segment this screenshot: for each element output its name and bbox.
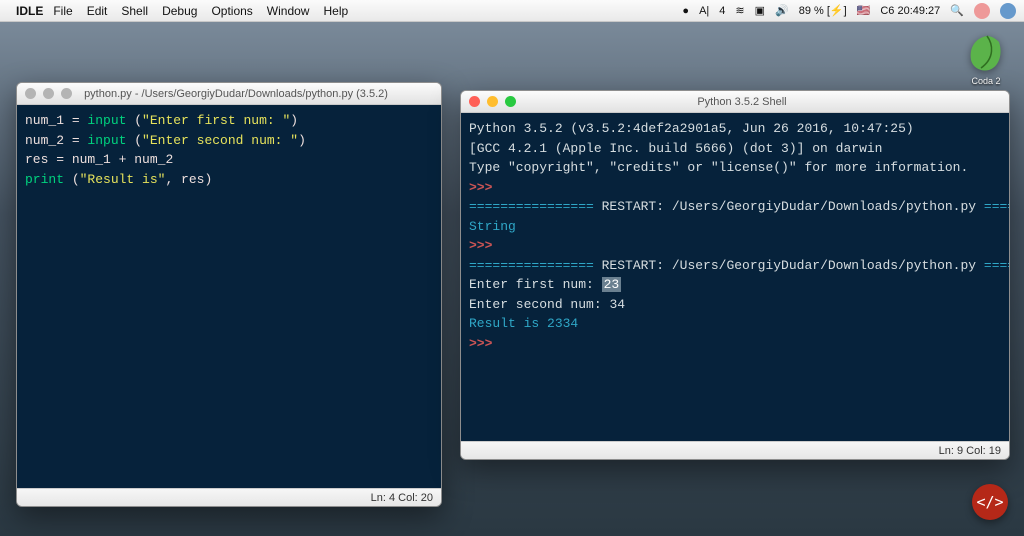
code-line: Enter second num: 34 <box>469 295 1001 315</box>
token: num_1 <box>72 152 111 167</box>
brand-text: </> <box>976 493 1003 511</box>
token: RESTART: /Users/GeorgiyDudar/Downloads/p… <box>594 199 984 214</box>
token: print <box>25 172 64 187</box>
zoom-icon[interactable] <box>61 88 72 99</box>
code-line: String <box>469 217 1001 237</box>
code-line: num_2 = input ("Enter second num: ") <box>25 131 433 151</box>
editor-window: python.py - /Users/GeorgiyDudar/Download… <box>16 82 442 507</box>
token: ) <box>298 133 306 148</box>
status-mic-icon[interactable]: ● <box>682 5 689 17</box>
status-notif-count[interactable]: 4 <box>719 5 725 17</box>
token: Python 3.5.2 (v3.5.2:4def2a2901a5, Jun 2… <box>469 121 914 136</box>
code-line: print ("Result is", res) <box>25 170 433 190</box>
token: res <box>25 152 48 167</box>
token: ================ <box>469 258 594 273</box>
token: 34 <box>609 297 625 312</box>
token: >>> <box>469 238 492 253</box>
token: ================ <box>984 199 1009 214</box>
token: , res) <box>165 172 212 187</box>
menu-help[interactable]: Help <box>323 4 348 18</box>
desktop-app-label: Coda 2 <box>971 76 1000 86</box>
code-line: res = num_1 + num_2 <box>25 150 433 170</box>
code-line: Result is 2334 <box>469 314 1001 334</box>
menu-shell[interactable]: Shell <box>121 4 148 18</box>
brand-badge-icon: </> <box>972 484 1008 520</box>
app-name[interactable]: IDLE <box>16 4 43 18</box>
token: ( <box>64 172 80 187</box>
status-clock[interactable]: С6 20:49:27 <box>880 5 940 17</box>
shell-statusbar: Ln: 9 Col: 19 <box>461 441 1009 459</box>
token: = <box>48 152 71 167</box>
editor-statusbar: Ln: 4 Col: 20 <box>17 488 441 506</box>
shell-titlebar[interactable]: Python 3.5.2 Shell <box>461 91 1009 113</box>
close-icon[interactable] <box>469 96 480 107</box>
shell-title: Python 3.5.2 Shell <box>523 96 1001 108</box>
status-dot-pink-icon[interactable] <box>974 3 990 19</box>
token: = <box>64 133 87 148</box>
desktop-app-icon[interactable]: Coda 2 <box>962 32 1010 92</box>
token: ( <box>126 133 142 148</box>
token: Enter first num: <box>469 277 602 292</box>
token: num_1 <box>25 113 64 128</box>
token: Type "copyright", "credits" or "license(… <box>469 160 968 175</box>
menubar: IDLE File Edit Shell Debug Options Windo… <box>0 0 1024 22</box>
token: input <box>87 133 126 148</box>
token: = <box>64 113 87 128</box>
token: String <box>469 219 516 234</box>
menu-edit[interactable]: Edit <box>87 4 108 18</box>
editor-titlebar[interactable]: python.py - /Users/GeorgiyDudar/Download… <box>17 83 441 105</box>
token: "Result is" <box>80 172 166 187</box>
token: >>> <box>469 180 492 195</box>
status-display-icon[interactable]: ▣ <box>755 4 765 17</box>
editor-title: python.py - /Users/GeorgiyDudar/Download… <box>79 88 433 100</box>
token: >>> <box>469 336 492 351</box>
minimize-icon[interactable] <box>43 88 54 99</box>
code-line: Python 3.5.2 (v3.5.2:4def2a2901a5, Jun 2… <box>469 119 1001 139</box>
token: "Enter first num: " <box>142 113 290 128</box>
token: Result is 2334 <box>469 316 578 331</box>
token: ( <box>126 113 142 128</box>
token: input <box>87 113 126 128</box>
token: ================ <box>984 258 1009 273</box>
token: RESTART: /Users/GeorgiyDudar/Downloads/p… <box>594 258 984 273</box>
code-line: Enter first num: 23 <box>469 275 1001 295</box>
editor-cursor-pos: Ln: 4 Col: 20 <box>371 492 433 504</box>
menu-file[interactable]: File <box>53 4 72 18</box>
code-line: [GCC 4.2.1 (Apple Inc. build 5666) (dot … <box>469 139 1001 159</box>
token: num_2 <box>134 152 173 167</box>
shell-text-area[interactable]: Python 3.5.2 (v3.5.2:4def2a2901a5, Jun 2… <box>461 113 1009 441</box>
code-line: >>> <box>469 334 1001 354</box>
code-line: >>> <box>469 178 1001 198</box>
leaf-icon <box>965 32 1007 74</box>
code-line: num_1 = input ("Enter first num: ") <box>25 111 433 131</box>
shell-window: Python 3.5.2 Shell Python 3.5.2 (v3.5.2:… <box>460 90 1010 460</box>
zoom-icon[interactable] <box>505 96 516 107</box>
status-volume-icon[interactable]: 🔊 <box>775 4 789 17</box>
status-input-flag-icon[interactable]: 🇺🇸 <box>857 4 871 17</box>
token: "Enter second num: " <box>142 133 298 148</box>
editor-text-area[interactable]: num_1 = input ("Enter first num: ")num_2… <box>17 105 441 488</box>
token: Enter second num: <box>469 297 609 312</box>
status-search-icon[interactable]: 🔍 <box>950 4 964 17</box>
close-icon[interactable] <box>25 88 36 99</box>
token: ================ <box>469 199 594 214</box>
code-line: Type "copyright", "credits" or "license(… <box>469 158 1001 178</box>
token: num_2 <box>25 133 64 148</box>
code-line: >>> <box>469 236 1001 256</box>
code-line: ================ RESTART: /Users/Georgiy… <box>469 197 1001 217</box>
shell-cursor-pos: Ln: 9 Col: 19 <box>939 445 1001 457</box>
code-line: ================ RESTART: /Users/Georgiy… <box>469 256 1001 276</box>
status-battery[interactable]: 89 % [⚡] <box>799 4 847 17</box>
status-adobe-icon[interactable]: A| <box>699 5 709 17</box>
status-dot-blue-icon[interactable] <box>1000 3 1016 19</box>
menu-debug[interactable]: Debug <box>162 4 197 18</box>
token: + <box>111 152 134 167</box>
menu-options[interactable]: Options <box>211 4 252 18</box>
minimize-icon[interactable] <box>487 96 498 107</box>
token: 23 <box>602 277 622 292</box>
token: ) <box>290 113 298 128</box>
token: [GCC 4.2.1 (Apple Inc. build 5666) (dot … <box>469 141 882 156</box>
status-wifi-icon[interactable]: ≋ <box>735 4 744 17</box>
menu-window[interactable]: Window <box>267 4 310 18</box>
